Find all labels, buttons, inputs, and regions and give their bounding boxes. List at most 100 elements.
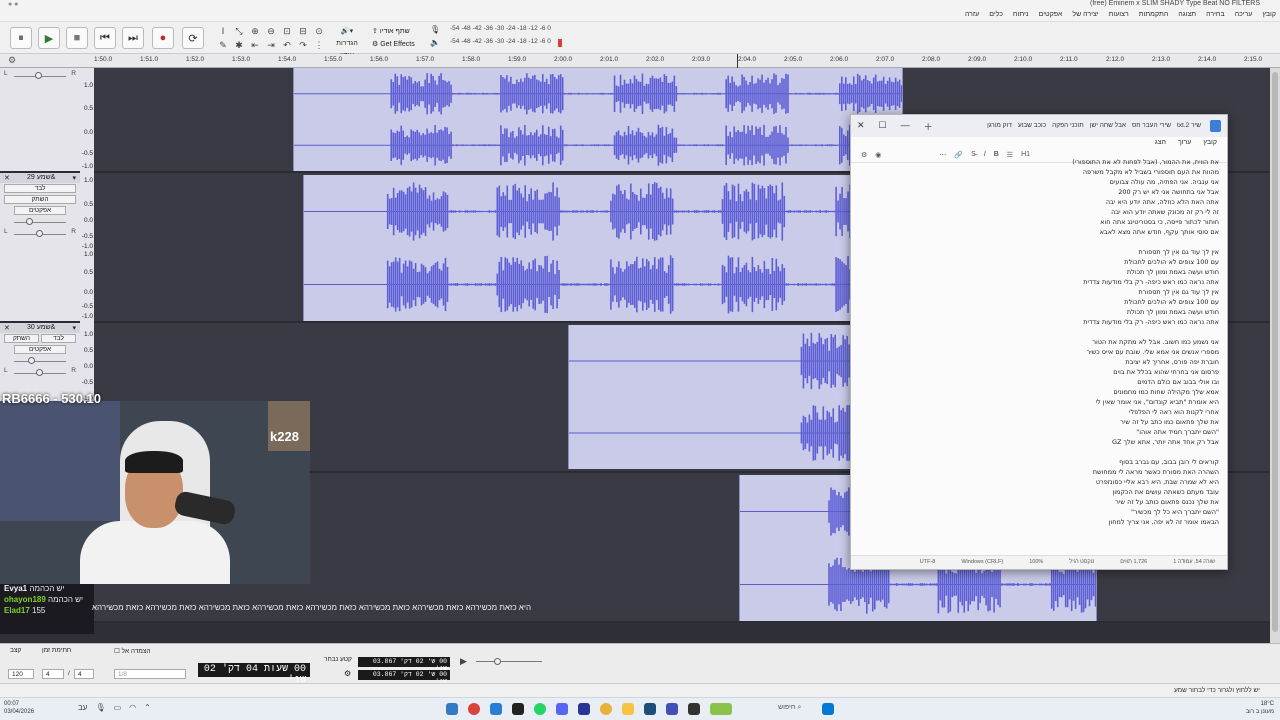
taskbar-search[interactable]: חיפוש ⌕	[778, 704, 801, 712]
track-control-panel-2[interactable]: ✕ שמע 29& ▾ לבד השתק אפקטים LR	[0, 173, 80, 323]
vertical-scrollbar[interactable]	[1270, 68, 1280, 643]
battery-icon[interactable]: ▭	[114, 703, 122, 712]
track-control-panel-1[interactable]: LR	[0, 68, 80, 173]
selection-end[interactable]: 00 ש' 02 דק' 03.867 שנ'	[358, 670, 450, 685]
time-display[interactable]: 00 שעות 04 דק' 02 שנ'	[198, 663, 310, 686]
menu-select[interactable]: בחירה	[1206, 11, 1225, 18]
zoom-out-icon[interactable]: ⊖	[264, 25, 278, 37]
draw-tool-icon[interactable]: ✎	[216, 39, 230, 51]
audio-clip[interactable]	[303, 175, 863, 321]
discord-icon[interactable]	[556, 703, 568, 715]
notepad-window[interactable]: ✕ ☐ — ＋ שיר 2.txt שירי העבר חס אבל שחה ישן…	[850, 114, 1228, 570]
menu-edit[interactable]: עריכה	[1235, 11, 1253, 18]
zoom-in-icon[interactable]: ⊕	[248, 25, 262, 37]
notepad-tab[interactable]: כוכב שבוע	[1018, 122, 1046, 129]
menu-transport[interactable]: התקמתות	[1139, 11, 1169, 18]
menu-analyze[interactable]: ניתוח	[1013, 11, 1029, 18]
encoding[interactable]: UTF-8	[920, 559, 936, 566]
audio-clip[interactable]	[568, 325, 868, 469]
play-at-speed-icon[interactable]: ▶	[460, 656, 467, 667]
playback-speed-slider[interactable]	[476, 658, 542, 665]
track-name-bar[interactable]: ✕ שמע 29& ▾	[0, 173, 80, 183]
split-icon[interactable]: ⋮	[312, 39, 326, 51]
effects-button[interactable]: אפקטים	[14, 345, 66, 354]
snap-label[interactable]: ☐ הצמדה אל	[114, 647, 151, 655]
gain-slider[interactable]	[0, 216, 80, 228]
menu-help[interactable]: עזרה	[965, 11, 979, 18]
menu-effects[interactable]: אפקטים	[1039, 11, 1063, 18]
taskbar-app-icon[interactable]	[446, 703, 458, 715]
redo-icon[interactable]: ↷	[296, 39, 310, 51]
mute-button[interactable]: השתק	[4, 334, 39, 343]
tray-chevron-icon[interactable]: ⌃	[144, 703, 151, 712]
solo-button[interactable]: לבד	[4, 184, 76, 193]
taskbar-clock[interactable]: 00:07 03/04/2026	[4, 700, 34, 716]
line-ending[interactable]: Windows (CRLF)	[961, 559, 1003, 566]
playhead[interactable]	[737, 54, 738, 68]
close-icon[interactable]: ✕	[857, 120, 865, 133]
selection-start[interactable]: 00 ש' 02 דק' 03.867 שנ'	[358, 657, 450, 672]
play-button[interactable]: ▶	[38, 27, 60, 49]
share-audio-button[interactable]: ⇪ שתף אודיו	[372, 25, 415, 38]
minimize-icon[interactable]: —	[901, 120, 910, 133]
playback-meter[interactable]: 🔈 -54 -48 -42 -36 -30 -24 -18 -12 -6 0	[428, 38, 568, 51]
maximize-icon[interactable]: ☐	[879, 120, 887, 133]
fit-project-icon[interactable]: ⊟	[296, 25, 310, 37]
notepad-menu-file[interactable]: קובץ	[1203, 139, 1217, 149]
audacity-taskbar-icon[interactable]	[666, 703, 678, 715]
snap-select[interactable]: 1/8	[114, 669, 186, 679]
pan-slider[interactable]: LR	[0, 367, 80, 379]
menu-generate[interactable]: יצירה של	[1072, 11, 1098, 18]
selection-tool-icon[interactable]: I	[216, 25, 230, 37]
audio-clip[interactable]	[293, 68, 903, 171]
time-signature-numerator[interactable]: 4	[42, 669, 64, 679]
loop-button[interactable]: ⟳	[182, 27, 204, 49]
effects-button[interactable]: אפקטים	[14, 206, 66, 215]
record-button[interactable]: ●	[152, 27, 174, 49]
weather-widget[interactable]: 18°C מעונן ב רוב	[1246, 700, 1274, 716]
wifi-icon[interactable]: ◠	[129, 703, 136, 712]
snap-checkbox[interactable]: ☐	[114, 648, 122, 655]
fit-selection-icon[interactable]: ⊡	[280, 25, 294, 37]
stop-button[interactable]: ■	[66, 27, 88, 49]
track-menu-icon[interactable]: ▾	[72, 174, 76, 182]
get-effects-button[interactable]: ⚙ Get Effects	[372, 38, 415, 51]
menu-file[interactable]: קובץ	[1262, 11, 1276, 18]
scrollbar-thumb[interactable]	[1272, 72, 1278, 632]
multi-tool-icon[interactable]: ✱	[232, 39, 246, 51]
notepad-menu-view[interactable]: הצג	[1155, 139, 1166, 149]
menu-view[interactable]: תצוגה	[1178, 11, 1196, 18]
taskbar-app-icon[interactable]	[578, 703, 590, 715]
notepad-tab[interactable]: אבל שחה ישן	[1090, 122, 1126, 129]
tempo-field[interactable]: 120	[8, 669, 34, 679]
taskbar-app-icon[interactable]	[468, 703, 480, 715]
selection-settings-icon[interactable]: ⚙	[344, 669, 351, 678]
undo-icon[interactable]: ↶	[280, 39, 294, 51]
notepad-title-bar[interactable]: ✕ ☐ — ＋ שיר 2.txt שירי העבר חס אבל שחה ישן…	[851, 115, 1227, 137]
notepad-tab[interactable]: שירי העבר חס	[1132, 122, 1171, 129]
mic-icon[interactable]: 🎙	[95, 703, 105, 712]
pan-slider[interactable]: LR	[0, 228, 80, 240]
file-explorer-icon[interactable]	[622, 703, 634, 715]
solo-button[interactable]: לבד	[41, 334, 76, 343]
timeline-settings-icon[interactable]: ⚙	[8, 55, 16, 66]
chrome-icon[interactable]	[600, 703, 612, 715]
taskbar-app-icon[interactable]	[688, 703, 700, 715]
speed-thumb[interactable]	[494, 658, 501, 665]
notepad-menu-edit[interactable]: ערוך	[1178, 139, 1191, 149]
notepad-tab[interactable]: תוכני הפקה	[1052, 122, 1084, 129]
mute-button[interactable]: השתק	[4, 195, 76, 204]
trim-icon[interactable]: ⇤	[248, 39, 262, 51]
gain-slider[interactable]: LR	[0, 70, 80, 82]
record-meter[interactable]: 🎙 -54 -48 -42 -36 -30 -24 -18 -12 -6 0	[428, 25, 568, 38]
notepad-tab[interactable]: שיר 2.txt	[1177, 122, 1201, 129]
menu-tools[interactable]: כלים	[989, 11, 1003, 18]
skip-to-start-button[interactable]: ⏮	[94, 27, 116, 49]
close-track-icon[interactable]: ✕	[4, 324, 10, 332]
text-format[interactable]: טקסט רגיל	[1069, 559, 1094, 566]
taskbar-app-icon[interactable]	[710, 703, 732, 715]
menu-tracks[interactable]: רצועות	[1109, 11, 1129, 18]
skip-to-end-button[interactable]: ⏭	[122, 27, 144, 49]
timeline-ruler[interactable]: ⚙ 1:50.0 1:51.0 1:52.0 1:53.0 1:54.0 1:55.0 1:…	[0, 54, 1280, 68]
time-signature-denominator[interactable]: 4	[74, 669, 94, 679]
